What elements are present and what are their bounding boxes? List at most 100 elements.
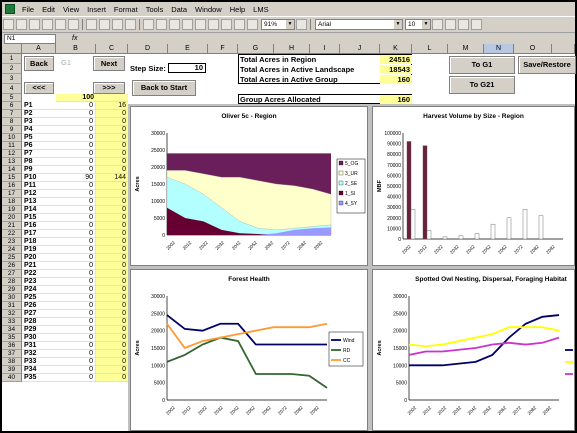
b-value-cell[interactable]: 0	[56, 262, 96, 270]
c-value-cell[interactable]: 0	[96, 254, 128, 262]
row-header[interactable]: 30	[2, 294, 22, 302]
sort-desc-icon[interactable]	[221, 19, 232, 30]
c-value-cell[interactable]: 0	[96, 126, 128, 134]
row-header[interactable]: 7	[2, 110, 22, 118]
font-select[interactable]: Arial ▼	[315, 19, 403, 30]
row-header[interactable]: 6	[2, 102, 22, 110]
b-value-cell[interactable]: 0	[56, 366, 96, 374]
b-value-cell[interactable]: 0	[56, 238, 96, 246]
row-header[interactable]: 15	[2, 174, 22, 182]
row-label-cell[interactable]: P34	[22, 366, 56, 374]
align-left-icon[interactable]	[471, 19, 482, 30]
menu-tools[interactable]: Tools	[142, 5, 168, 14]
step-size-input[interactable]: 10	[168, 63, 206, 73]
row-label-cell[interactable]: P16	[22, 222, 56, 230]
cut-icon[interactable]	[86, 19, 97, 30]
c-value-cell[interactable]: 0	[96, 238, 128, 246]
chart-panel-oliver[interactable]: Oliver 5c - Region Acres 0 5000 10000 15000 20…	[130, 106, 368, 266]
row-header-1[interactable]: 1	[2, 54, 22, 64]
c-value-cell[interactable]: 0	[96, 270, 128, 278]
c-value-cell[interactable]: 0	[96, 358, 128, 366]
menu-lms[interactable]: LMS	[249, 5, 272, 14]
b-value-cell[interactable]: 0	[56, 302, 96, 310]
col-header-o[interactable]: O	[514, 44, 552, 54]
menu-data[interactable]: Data	[167, 5, 191, 14]
row-header[interactable]: 39	[2, 366, 22, 374]
row-label-cell[interactable]: P13	[22, 198, 56, 206]
print-preview-icon[interactable]	[55, 19, 66, 30]
col-header-a[interactable]: A	[22, 44, 56, 54]
col-header-b[interactable]: B	[56, 44, 96, 54]
row-header[interactable]: 29	[2, 286, 22, 294]
row-header[interactable]: 32	[2, 310, 22, 318]
new-icon[interactable]	[3, 19, 14, 30]
b-value-cell[interactable]: 0	[56, 358, 96, 366]
row-header[interactable]: 25	[2, 254, 22, 262]
row-header[interactable]: 26	[2, 262, 22, 270]
row-label-cell[interactable]: P17	[22, 230, 56, 238]
row-label-cell[interactable]: P11	[22, 182, 56, 190]
row-label-cell[interactable]: P10	[22, 174, 56, 182]
c-value-cell[interactable]: 0	[96, 374, 128, 382]
row-header[interactable]: 24	[2, 246, 22, 254]
chart-panel-forest-health[interactable]: Forest Health Acres 0 5000 10000 15000 20000 25…	[130, 269, 368, 431]
row-label-cell[interactable]: P31	[22, 342, 56, 350]
row-label-cell[interactable]: P18	[22, 238, 56, 246]
row-label-cell[interactable]: P23	[22, 278, 56, 286]
c-value-cell[interactable]: 144	[96, 174, 128, 182]
b-value-cell[interactable]: 0	[56, 190, 96, 198]
sort-asc-icon[interactable]	[208, 19, 219, 30]
row-label-cell[interactable]: P26	[22, 302, 56, 310]
print-icon[interactable]	[42, 19, 53, 30]
col-header-g[interactable]: G	[238, 44, 274, 54]
b-value-cell[interactable]: 0	[56, 342, 96, 350]
c-value-cell[interactable]: 0	[96, 198, 128, 206]
col-header-c[interactable]: C	[96, 44, 128, 54]
to-g21-button[interactable]: To G21	[449, 76, 515, 94]
spelling-icon[interactable]	[68, 19, 79, 30]
c-value-cell[interactable]: 0	[96, 206, 128, 214]
row-header[interactable]: 36	[2, 342, 22, 350]
row-label-cell[interactable]: P1	[22, 102, 56, 110]
col-header-f[interactable]: F	[208, 44, 238, 54]
b-value-cell[interactable]: 0	[56, 158, 96, 166]
row-header[interactable]: 27	[2, 270, 22, 278]
c5-cell[interactable]	[96, 94, 128, 102]
first-button[interactable]: <<<	[24, 82, 54, 94]
row-header-3[interactable]: 3	[2, 74, 22, 84]
chart-panel-spotted-owl[interactable]: Spotted Owl Nesting, Dispersal, Foraging…	[372, 269, 575, 431]
menu-help[interactable]: Help	[226, 5, 249, 14]
c-value-cell[interactable]: 0	[96, 334, 128, 342]
row-label-cell[interactable]: P19	[22, 246, 56, 254]
row-label-cell[interactable]: P24	[22, 286, 56, 294]
b-value-cell[interactable]: 0	[56, 286, 96, 294]
row-label-cell[interactable]: P30	[22, 334, 56, 342]
italic-icon[interactable]	[445, 19, 456, 30]
c-value-cell[interactable]: 16	[96, 102, 128, 110]
row-label-cell[interactable]: P8	[22, 158, 56, 166]
row-header[interactable]: 11	[2, 142, 22, 150]
b-value-cell[interactable]: 90	[56, 174, 96, 182]
menu-edit[interactable]: Edit	[38, 5, 59, 14]
row-header[interactable]: 28	[2, 278, 22, 286]
b-value-cell[interactable]: 0	[56, 198, 96, 206]
b-value-cell[interactable]: 0	[56, 294, 96, 302]
c-value-cell[interactable]: 0	[96, 310, 128, 318]
to-g1-button[interactable]: To G1	[449, 56, 515, 74]
last-button[interactable]: >>>	[93, 82, 125, 94]
c-value-cell[interactable]: 0	[96, 326, 128, 334]
select-all-corner[interactable]	[2, 44, 22, 54]
b-value-cell[interactable]: 0	[56, 142, 96, 150]
b-value-cell[interactable]: 0	[56, 206, 96, 214]
c-value-cell[interactable]: 0	[96, 278, 128, 286]
row-header[interactable]: 19	[2, 206, 22, 214]
c-value-cell[interactable]: 0	[96, 134, 128, 142]
col-header-k[interactable]: K	[380, 44, 412, 54]
menu-window[interactable]: Window	[191, 5, 226, 14]
row-label-cell[interactable]: P28	[22, 318, 56, 326]
row-label-cell[interactable]: P14	[22, 206, 56, 214]
b-value-cell[interactable]: 0	[56, 326, 96, 334]
row-label-cell[interactable]: P2	[22, 110, 56, 118]
row-header[interactable]: 23	[2, 238, 22, 246]
col-header-m[interactable]: M	[448, 44, 484, 54]
